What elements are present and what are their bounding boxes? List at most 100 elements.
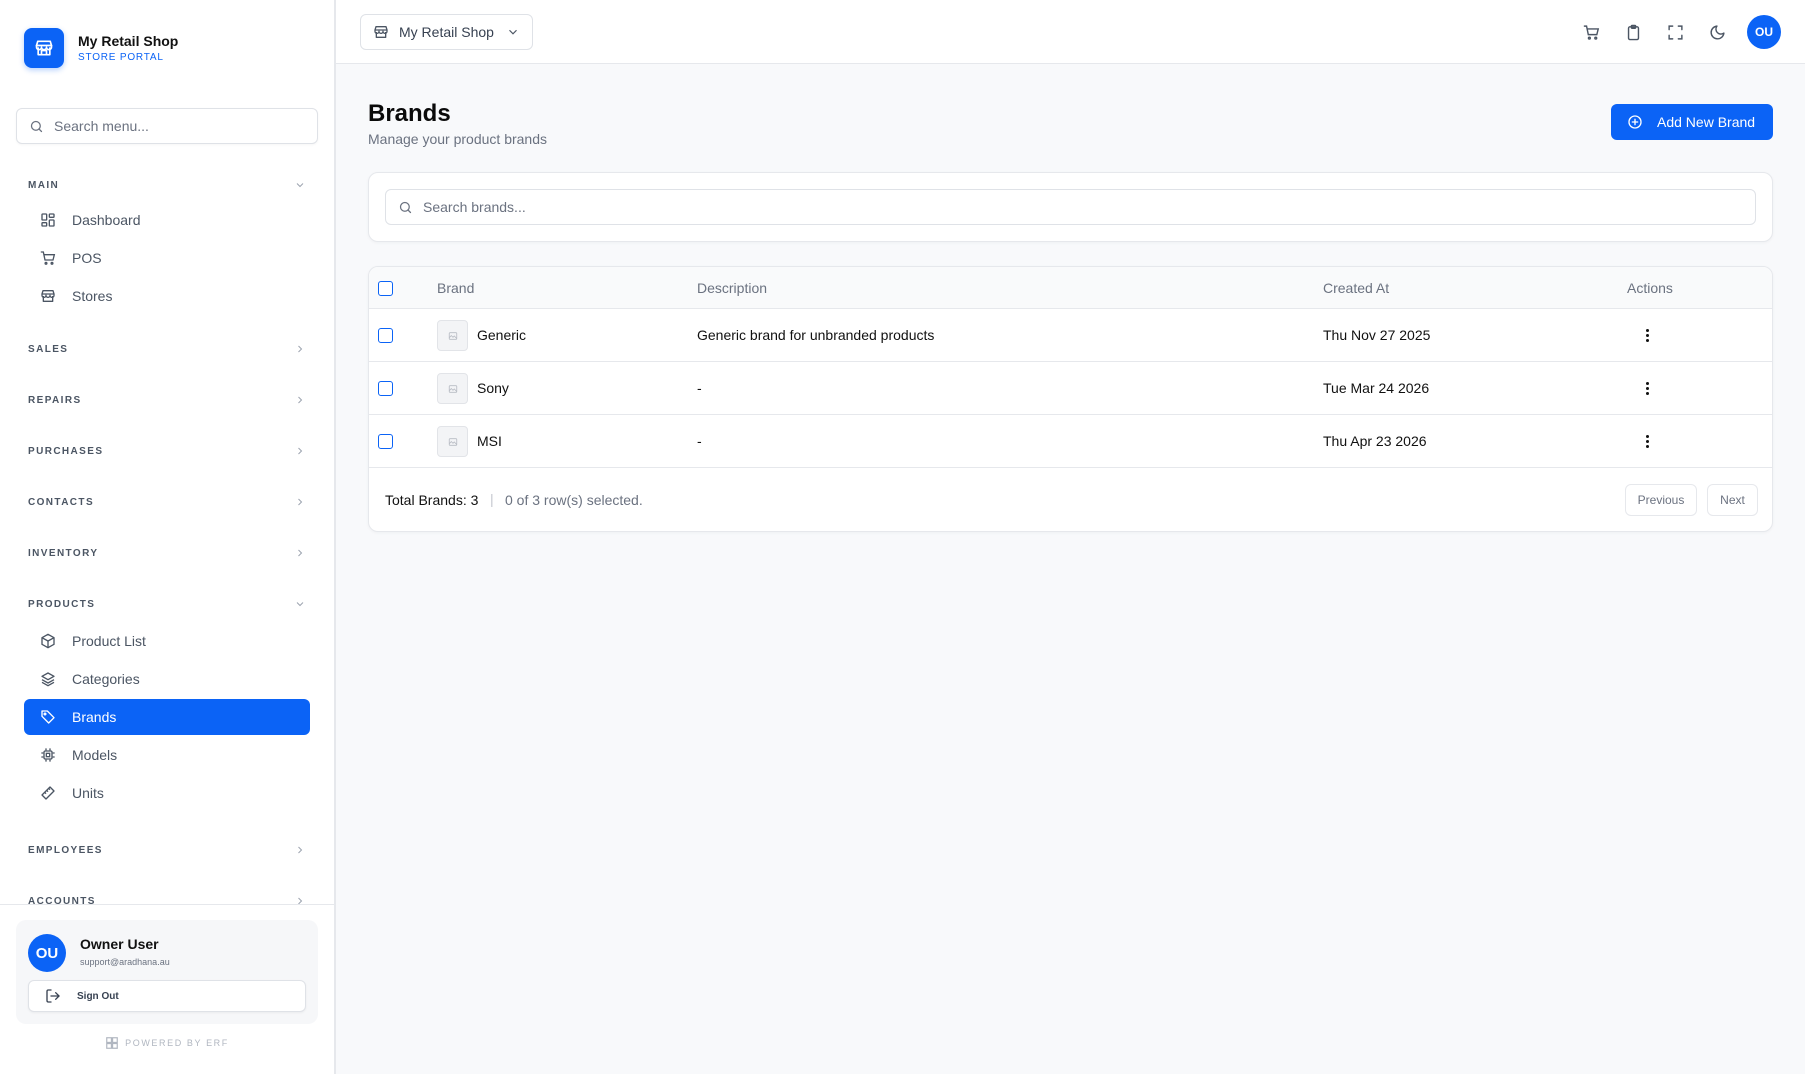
brand-description: - — [697, 433, 702, 449]
menu-search[interactable] — [16, 108, 318, 144]
selection-count: 0 of 3 row(s) selected. — [505, 492, 643, 508]
cart-icon — [40, 250, 56, 266]
section-label: SALES — [28, 343, 69, 355]
search-icon — [30, 120, 43, 132]
header-brand[interactable]: Brand — [437, 280, 474, 296]
chevron-down-icon — [296, 183, 304, 188]
section-label: EMPLOYEES — [28, 844, 103, 856]
sidebar-item-units[interactable]: Units — [24, 775, 310, 811]
app-name: My Retail Shop — [78, 33, 179, 49]
layers-icon — [40, 671, 56, 687]
sidebar-item-label: Product List — [72, 633, 146, 649]
sidebar-item-label: Models — [72, 747, 118, 763]
fullscreen-icon[interactable] — [1657, 14, 1693, 50]
store-icon — [40, 288, 56, 304]
erf-logo-icon — [106, 1037, 118, 1049]
table-row[interactable]: Generic Generic brand for unbranded prod… — [369, 309, 1772, 362]
brand-created-at: Thu Apr 23 2026 — [1323, 433, 1427, 449]
row-checkbox[interactable] — [378, 328, 393, 343]
section-accounts[interactable]: ACCOUNTS — [0, 886, 334, 904]
previous-button[interactable]: Previous — [1625, 484, 1697, 516]
store-selector[interactable]: My Retail Shop — [360, 14, 533, 50]
menu-search-input[interactable] — [54, 118, 294, 134]
next-button[interactable]: Next — [1707, 484, 1758, 516]
section-contacts[interactable]: CONTACTS — [0, 487, 334, 517]
page-title: Brands — [368, 100, 451, 127]
sidebar-item-label: Units — [72, 785, 104, 801]
section-label: PRODUCTS — [28, 598, 96, 610]
sidebar-item-pos[interactable]: POS — [24, 240, 310, 276]
table-header: Brand Description Created At Actions — [369, 267, 1772, 309]
chevron-right-icon — [298, 498, 303, 506]
sidebar-item-product-list[interactable]: Product List — [24, 623, 310, 659]
avatar[interactable]: OU — [1747, 15, 1781, 49]
more-vertical-icon[interactable] — [1637, 378, 1657, 398]
sidebar-item-models[interactable]: Models — [24, 737, 310, 773]
brand-description: Generic brand for unbranded products — [697, 327, 935, 343]
section-employees[interactable]: EMPLOYEES — [0, 835, 334, 865]
header-actions: Actions — [1627, 280, 1673, 296]
add-brand-button[interactable]: Add New Brand — [1611, 104, 1773, 140]
sidebar-item-label: Categories — [72, 671, 140, 687]
chip-icon — [40, 747, 56, 763]
select-all-checkbox[interactable] — [378, 281, 393, 296]
app-brand[interactable]: My Retail Shop STORE PORTAL — [24, 28, 178, 68]
row-checkbox[interactable] — [378, 381, 393, 396]
chevron-right-icon — [298, 447, 303, 455]
sidebar-item-dashboard[interactable]: Dashboard — [24, 202, 310, 238]
image-placeholder-icon — [437, 373, 468, 404]
section-sales[interactable]: SALES — [0, 334, 334, 364]
powered-by: POWERED BY ERF — [0, 1036, 334, 1050]
section-inventory[interactable]: INVENTORY — [0, 538, 334, 568]
store-icon — [374, 26, 388, 38]
moon-icon[interactable] — [1699, 14, 1735, 50]
brand-search-input[interactable] — [423, 199, 1723, 215]
section-main[interactable]: MAIN — [0, 170, 334, 200]
section-label: REPAIRS — [28, 394, 82, 406]
divider: | — [490, 491, 494, 507]
image-placeholder-icon — [437, 426, 468, 457]
sign-out-button[interactable]: Sign Out — [28, 980, 306, 1012]
cart-icon[interactable] — [1573, 14, 1609, 50]
section-label: MAIN — [28, 179, 60, 191]
more-vertical-icon[interactable] — [1637, 431, 1657, 451]
app-subtitle: STORE PORTAL — [78, 52, 164, 63]
section-repairs[interactable]: REPAIRS — [0, 385, 334, 415]
sidebar-item-label: Stores — [72, 288, 113, 304]
section-label: INVENTORY — [28, 547, 99, 559]
total-brands: Total Brands: 3 — [385, 492, 479, 508]
section-purchases[interactable]: PURCHASES — [0, 436, 334, 466]
table-row[interactable]: MSI - Thu Apr 23 2026 — [369, 415, 1772, 468]
brands-table: Brand Description Created At Actions Gen… — [368, 266, 1773, 532]
divider — [0, 904, 334, 905]
avatar[interactable]: OU — [28, 934, 66, 972]
chevron-right-icon — [298, 846, 303, 854]
brand-created-at: Thu Nov 27 2025 — [1323, 327, 1431, 343]
row-checkbox[interactable] — [378, 434, 393, 449]
brand-search[interactable] — [385, 189, 1756, 225]
header-description[interactable]: Description — [697, 280, 767, 296]
tag-icon — [40, 709, 56, 725]
more-vertical-icon[interactable] — [1637, 325, 1657, 345]
sidebar-item-categories[interactable]: Categories — [24, 661, 310, 697]
clipboard-icon[interactable] — [1615, 14, 1651, 50]
sign-out-label: Sign Out — [77, 990, 119, 1002]
search-card — [368, 172, 1773, 242]
brand-description: - — [697, 380, 702, 396]
dashboard-icon — [40, 212, 56, 228]
sidebar-item-stores[interactable]: Stores — [24, 278, 310, 314]
search-icon — [399, 201, 412, 213]
table-row[interactable]: Sony - Tue Mar 24 2026 — [369, 362, 1772, 415]
section-products[interactable]: PRODUCTS — [0, 589, 334, 619]
page-subtitle: Manage your product brands — [368, 131, 547, 147]
sidebar-item-brands[interactable]: Brands — [24, 699, 310, 735]
store-selector-label: My Retail Shop — [399, 24, 494, 40]
user-email: support@aradhana.au — [80, 957, 170, 967]
brand-name: Generic — [477, 327, 527, 343]
sidebar: My Retail Shop STORE PORTAL MAIN Dashboa… — [0, 0, 336, 1074]
header-created-at[interactable]: Created At — [1323, 280, 1389, 296]
brand-name: MSI — [477, 433, 502, 449]
image-placeholder-icon — [437, 320, 468, 351]
section-label: ACCOUNTS — [28, 895, 96, 905]
chevron-down-icon — [296, 602, 304, 607]
